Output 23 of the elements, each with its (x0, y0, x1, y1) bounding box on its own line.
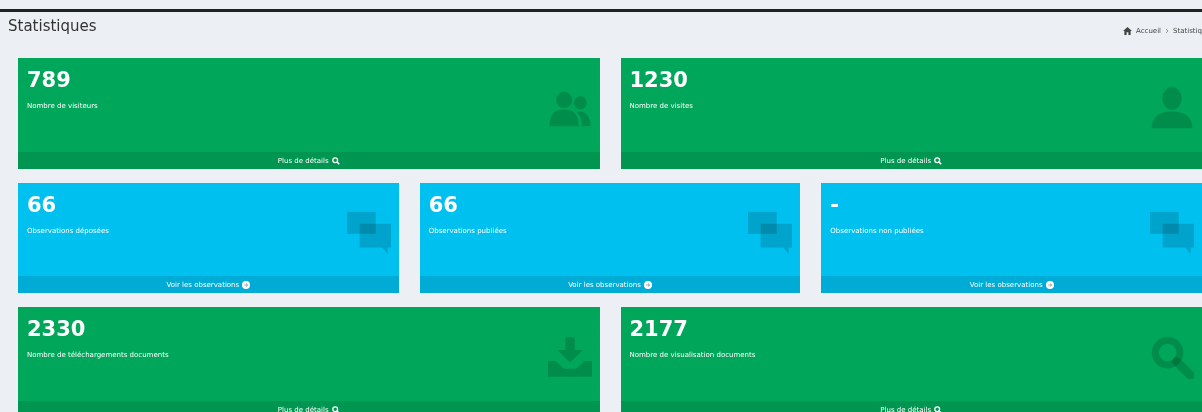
page-title: Statistiques (8, 17, 97, 35)
search-icon (331, 156, 340, 165)
stat-value: 789 (27, 68, 71, 92)
stat-value: 66 (27, 193, 57, 217)
user-icon (1150, 86, 1194, 130)
arrow-circle-icon (1045, 280, 1054, 289)
arrow-circle-icon (242, 280, 251, 289)
download-icon (547, 335, 592, 379)
chevron-icon (1165, 28, 1170, 34)
chat-bubbles-icon (1150, 211, 1194, 255)
chat-bubbles-icon (346, 211, 391, 255)
chat-bubbles-icon (748, 211, 793, 255)
stat-value: 2177 (629, 317, 688, 341)
stat-value: - (830, 193, 840, 217)
stat-value: 66 (428, 193, 458, 217)
search-icon (331, 405, 340, 412)
search-icon (1150, 335, 1194, 379)
home-icon (1123, 27, 1133, 35)
stat-value: 2330 (27, 317, 86, 341)
arrow-circle-icon (643, 280, 652, 289)
search-icon (934, 156, 943, 165)
stat-value: 1230 (629, 68, 688, 92)
search-icon (934, 405, 943, 412)
